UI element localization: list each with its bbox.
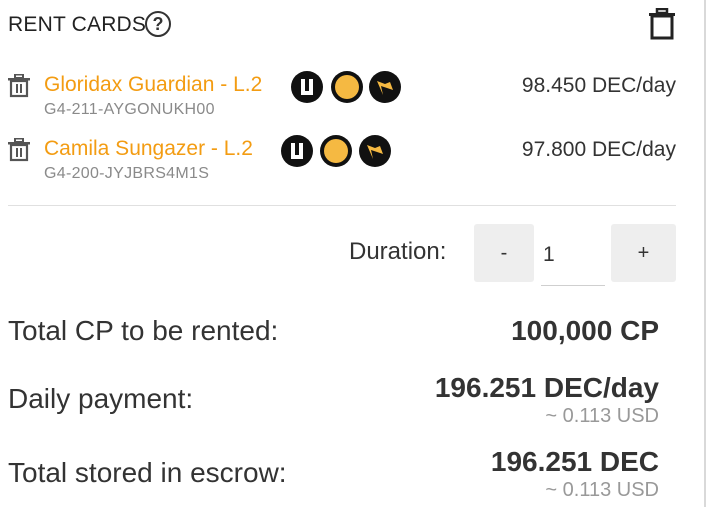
daily-payment-value: 196.251 DEC/day bbox=[434, 372, 659, 403]
trash-icon[interactable] bbox=[8, 138, 30, 162]
duration-increment-button[interactable]: + bbox=[611, 224, 676, 282]
edition-badge-icon bbox=[281, 135, 313, 167]
element-badge-icon bbox=[369, 71, 401, 103]
card-uid: G4-211-AYGONUKH00 bbox=[44, 101, 215, 118]
card-row: Camila Sungazer - L.2 G4-200-JYJBRS4M1S … bbox=[8, 135, 678, 192]
duration-decrement-button[interactable]: - bbox=[474, 224, 534, 282]
trash-icon[interactable] bbox=[8, 74, 30, 98]
help-icon[interactable]: ? bbox=[145, 11, 171, 37]
duration-input[interactable] bbox=[541, 224, 605, 286]
foil-badge-icon bbox=[331, 71, 363, 103]
daily-payment-label: Daily payment: bbox=[8, 383, 194, 414]
card-name[interactable]: Gloridax Guardian - L.2 bbox=[44, 73, 262, 97]
escrow-value: 196.251 DEC bbox=[490, 446, 659, 477]
element-badge-icon bbox=[359, 135, 391, 167]
escrow-label: Total stored in escrow: bbox=[8, 457, 287, 488]
card-row: Gloridax Guardian - L.2 G4-211-AYGONUKH0… bbox=[8, 71, 678, 128]
escrow-usd: ~ 0.113 USD bbox=[545, 479, 659, 501]
card-uid: G4-200-JYJBRS4M1S bbox=[44, 165, 210, 182]
total-cp-label: Total CP to be rented: bbox=[8, 315, 279, 346]
total-cp-value: 100,000 CP bbox=[511, 315, 659, 346]
rent-cards-panel: RENT CARDS ? Gloridax Guardian - L.2 G4-… bbox=[0, 0, 704, 507]
clear-all-trash-icon[interactable] bbox=[648, 8, 676, 40]
card-price: 98.450 DEC/day bbox=[521, 74, 676, 97]
duration-label: Duration: bbox=[349, 238, 447, 265]
divider bbox=[8, 205, 676, 206]
card-price: 97.800 DEC/day bbox=[521, 138, 676, 161]
card-name[interactable]: Camila Sungazer - L.2 bbox=[44, 137, 253, 161]
foil-badge-icon bbox=[320, 135, 352, 167]
page-gutter bbox=[706, 0, 720, 507]
edition-badge-icon bbox=[291, 71, 323, 103]
panel-title: RENT CARDS bbox=[8, 13, 147, 36]
daily-payment-usd: ~ 0.113 USD bbox=[545, 405, 659, 427]
